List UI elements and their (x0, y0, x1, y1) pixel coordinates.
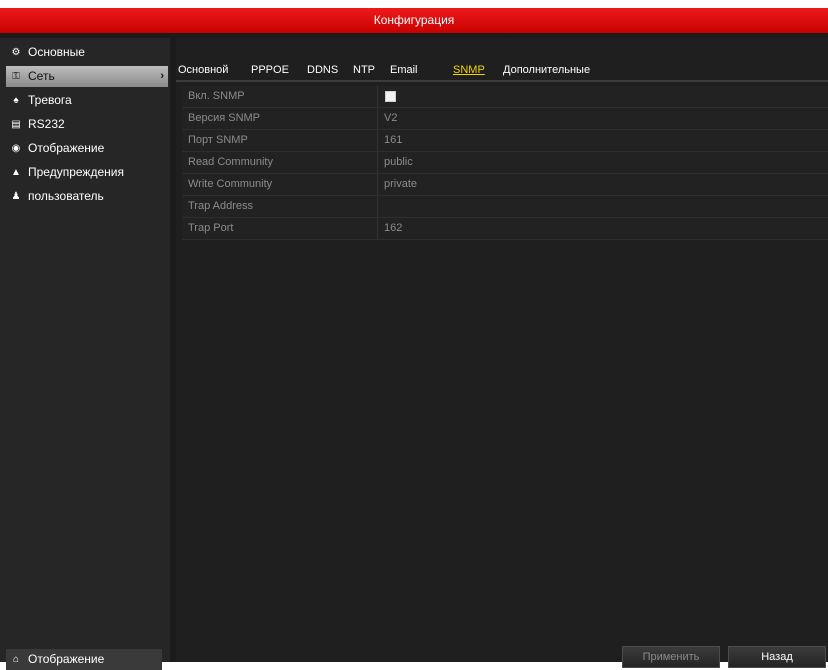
read-community-label: Read Community (188, 156, 273, 168)
write-community-label: Write Community (188, 178, 273, 190)
tab-ntp[interactable]: NTP (353, 60, 375, 80)
tab-advanced[interactable]: Дополнительные (503, 60, 590, 80)
network-icon: ⚿ (12, 71, 20, 82)
trap-port-field[interactable]: 162 (384, 218, 402, 238)
home-icon: ⌂ (12, 654, 20, 665)
snmp-version-label: Версия SNMP (188, 112, 261, 124)
read-community-field[interactable]: public (384, 152, 413, 172)
serial-port-icon: ▤ (11, 119, 21, 130)
snmp-settings-form: Вкл. SNMP Версия SNMP V2 Порт SNMP 161 R… (182, 86, 828, 240)
column-divider (377, 86, 378, 107)
row-read-community: Read Community public (182, 152, 828, 174)
gear-icon: ⚙ (11, 47, 21, 58)
eye-icon: ◉ (11, 143, 21, 154)
column-divider (377, 196, 378, 217)
row-trap-port: Trap Port 162 (182, 218, 828, 240)
config-window: Конфигурация ⚙ Основные ⚿ Сеть › ♠ Трево… (0, 8, 828, 670)
trap-address-label: Trap Address (188, 200, 254, 212)
alarm-icon: ♠ (13, 95, 19, 106)
sidebar-item-rs232[interactable]: ▤ RS232 (6, 114, 168, 135)
row-trap-address: Trap Address (182, 196, 828, 218)
sidebar-live-view-button[interactable]: ⌂ Отображение (6, 649, 162, 670)
window-title: Конфигурация (0, 8, 828, 33)
sidebar-item-user[interactable]: ♟ пользователь (6, 186, 168, 207)
warning-icon: ▲ (11, 167, 21, 178)
back-button[interactable]: Назад (728, 646, 826, 668)
tab-basic[interactable]: Основной (178, 60, 228, 80)
column-divider (377, 218, 378, 239)
sidebar-item-alarm[interactable]: ♠ Тревога (6, 90, 168, 111)
sidebar-item-display[interactable]: ◉ Отображение (6, 138, 168, 159)
trap-port-label: Trap Port (188, 222, 234, 234)
sidebar-item-label: пользователь (28, 189, 104, 203)
sidebar-item-label: Сеть (28, 69, 55, 83)
row-write-community: Write Community private (182, 174, 828, 196)
tab-bar: Основной PPPOE DDNS NTP Email SNMP Допол… (176, 60, 828, 82)
column-divider (377, 174, 378, 195)
main-panel: Основной PPPOE DDNS NTP Email SNMP Допол… (176, 38, 828, 668)
sidebar-bottom-label: Отображение (28, 652, 105, 666)
sidebar: ⚙ Основные ⚿ Сеть › ♠ Тревога ▤ RS232 ◉ … (0, 38, 170, 670)
sidebar-item-label: RS232 (28, 117, 65, 131)
column-divider (377, 152, 378, 173)
sidebar-item-warnings[interactable]: ▲ Предупреждения (6, 162, 168, 183)
snmp-port-label: Порт SNMP (188, 134, 248, 146)
sidebar-item-label: Тревога (28, 93, 72, 107)
tab-pppoe[interactable]: PPPOE (251, 60, 289, 80)
sidebar-item-basic[interactable]: ⚙ Основные (6, 42, 168, 63)
write-community-field[interactable]: private (384, 174, 417, 194)
sidebar-item-network[interactable]: ⚿ Сеть › (6, 66, 168, 87)
snmp-version-select[interactable]: V2 (384, 108, 397, 128)
sidebar-item-label: Отображение (28, 141, 105, 155)
users-icon: ♟ (11, 191, 21, 202)
apply-button[interactable]: Применить (622, 646, 720, 668)
sidebar-item-label: Основные (28, 45, 85, 59)
row-snmp-version: Версия SNMP V2 (182, 108, 828, 130)
sidebar-item-label: Предупреждения (28, 165, 124, 179)
column-divider (377, 108, 378, 129)
column-divider (377, 130, 378, 151)
enable-snmp-label: Вкл. SNMP (188, 90, 245, 102)
enable-snmp-checkbox[interactable] (385, 91, 396, 102)
snmp-port-field[interactable]: 161 (384, 130, 402, 150)
tab-ddns[interactable]: DDNS (307, 60, 338, 80)
chevron-right-icon: › (160, 70, 164, 82)
row-enable-snmp: Вкл. SNMP (182, 86, 828, 108)
row-snmp-port: Порт SNMP 161 (182, 130, 828, 152)
tab-snmp[interactable]: SNMP (453, 60, 485, 80)
tab-email[interactable]: Email (390, 60, 418, 80)
